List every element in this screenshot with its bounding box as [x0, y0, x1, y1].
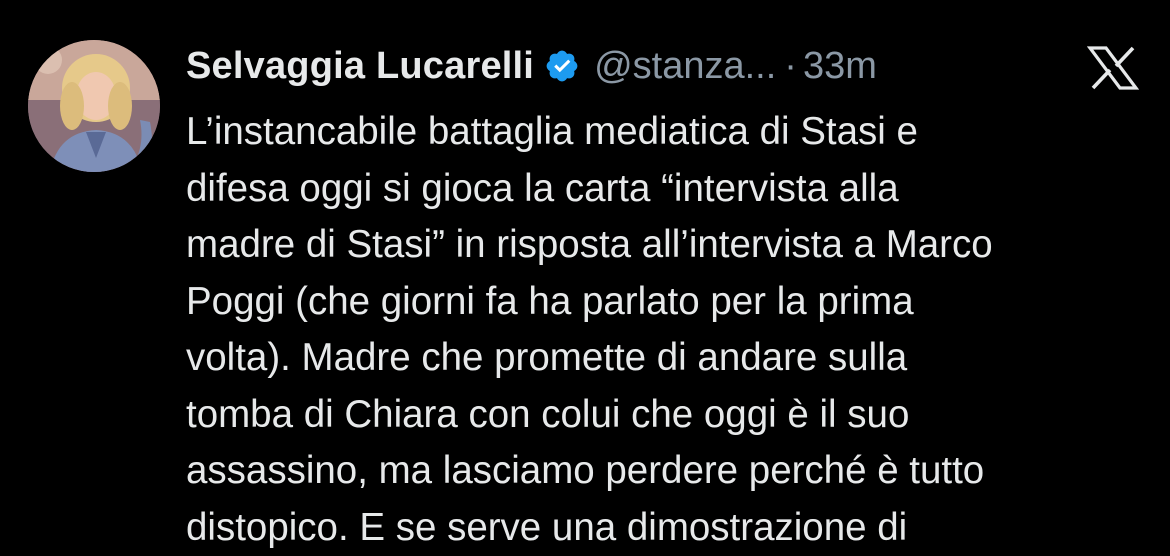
tweet-text-line: madre di Stasi” in risposta all’intervis…	[186, 217, 1156, 274]
tweet-text-line: distopico. E se serve una dimostrazione …	[186, 500, 1156, 556]
author-name[interactable]: Selvaggia Lucarelli	[186, 45, 534, 88]
tweet-text: L’instancabile battaglia mediatica di St…	[186, 104, 1156, 556]
x-logo-icon	[1087, 46, 1139, 90]
verified-badge-icon	[544, 48, 580, 84]
tweet: Selvaggia Lucarelli @stanza... · 33m L’i…	[0, 0, 1170, 551]
tweet-text-line: Poggi (che giorni fa ha parlato per la p…	[186, 274, 1156, 331]
avatar-image	[28, 40, 160, 172]
header-separator: ·	[784, 45, 797, 88]
author-handle[interactable]: @stanza...	[594, 45, 776, 88]
timestamp[interactable]: 33m	[803, 45, 877, 88]
tweet-text-line: volta). Madre che promette di andare sul…	[186, 330, 1156, 387]
tweet-text-line: difesa oggi si gioca la carta “intervist…	[186, 161, 1156, 218]
tweet-text-line: assassino, ma lasciamo perdere perché è …	[186, 443, 1156, 500]
tweet-text-line: L’instancabile battaglia mediatica di St…	[186, 104, 1156, 161]
tweet-text-line: tomba di Chiara con colui che oggi è il …	[186, 387, 1156, 444]
avatar[interactable]	[28, 40, 160, 172]
tweet-header: Selvaggia Lucarelli @stanza... · 33m	[186, 38, 877, 94]
